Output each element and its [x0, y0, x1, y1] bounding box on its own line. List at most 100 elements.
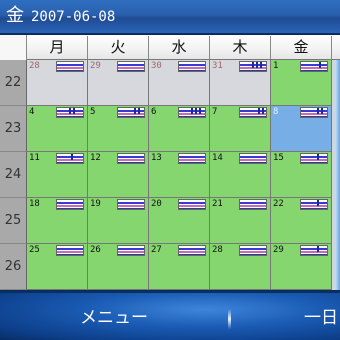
day-cell[interactable]: 29 [271, 244, 332, 290]
schedule-bar-icon [300, 61, 328, 72]
day-cell[interactable]: 29 [88, 60, 149, 106]
event-mark [317, 154, 319, 160]
day-cell[interactable]: 20 [149, 198, 210, 244]
event-mark [262, 108, 264, 114]
event-mark [71, 154, 73, 160]
day-number: 4 [29, 107, 35, 117]
day-cell[interactable]: 12 [88, 152, 149, 198]
event-mark [252, 62, 254, 68]
day-number: 8 [273, 107, 279, 117]
title-date: 2007-06-08 [31, 9, 116, 25]
day-number: 28 [29, 61, 40, 71]
schedule-bar-icon [178, 199, 206, 210]
day-cell[interactable]: 13 [149, 152, 210, 198]
weekday-header: 月 火 水 木 金 [0, 35, 340, 60]
event-mark [260, 62, 262, 68]
day-cell[interactable]: 19 [88, 198, 149, 244]
schedule-bar-icon [300, 199, 328, 210]
schedule-bar-icon [56, 245, 84, 256]
schedule-bar-icon [239, 107, 267, 118]
day-number: 22 [273, 199, 284, 209]
calendar-grid: 22 28 29 30 31 1 23 4 5 6 7 8 24 11 12 13 14 15 25 18 19 20 21… [0, 60, 340, 290]
schedule-bar-icon [239, 153, 267, 164]
schedule-bar-icon [178, 245, 206, 256]
event-mark [317, 200, 319, 206]
schedule-bar-icon [300, 107, 328, 118]
week-number: 23 [0, 106, 27, 152]
schedule-bar-icon [117, 245, 145, 256]
schedule-bar-icon [56, 199, 84, 210]
day-cell[interactable]: 5 [88, 106, 149, 152]
day-number: 27 [151, 245, 162, 255]
event-mark [321, 108, 323, 114]
day-view-softkey[interactable]: 一日 [304, 307, 338, 329]
center-divider [228, 309, 231, 329]
day-cell[interactable]: 4 [27, 106, 88, 152]
softkey-bar: メニュー 一日 [0, 291, 340, 340]
header-corner [0, 35, 27, 60]
day-cell[interactable]: 25 [27, 244, 88, 290]
day-number: 28 [212, 245, 223, 255]
menu-softkey[interactable]: メニュー [80, 307, 148, 329]
schedule-bar-icon [239, 245, 267, 256]
schedule-bar-icon [56, 153, 84, 164]
day-number: 11 [29, 153, 40, 163]
event-mark [256, 62, 258, 68]
week-number: 22 [0, 60, 27, 106]
day-number: 5 [90, 107, 96, 117]
day-cell[interactable]: 30 [149, 60, 210, 106]
day-cell[interactable]: 18 [27, 198, 88, 244]
day-cell[interactable]: 21 [210, 198, 271, 244]
schedule-bar-icon [117, 199, 145, 210]
week-number: 24 [0, 152, 27, 198]
day-number: 15 [273, 153, 284, 163]
day-number: 31 [212, 61, 223, 71]
day-cell[interactable]: 14 [210, 152, 271, 198]
weekday-fri: 金 [271, 36, 332, 59]
schedule-bar-icon [239, 199, 267, 210]
schedule-bar-icon [117, 61, 145, 72]
title-bar: 金 2007-06-08 [0, 0, 340, 34]
event-mark [199, 108, 201, 114]
day-cell[interactable]: 31 [210, 60, 271, 106]
day-number: 30 [151, 61, 162, 71]
day-number: 29 [273, 245, 284, 255]
day-number: 18 [29, 199, 40, 209]
day-cell[interactable]: 15 [271, 152, 332, 198]
day-cell[interactable]: 22 [271, 198, 332, 244]
weekday-wed: 水 [149, 36, 210, 59]
day-cell[interactable]: 26 [88, 244, 149, 290]
day-number: 29 [90, 61, 101, 71]
day-number: 14 [212, 153, 223, 163]
day-number: 12 [90, 153, 101, 163]
schedule-bar-icon [239, 61, 267, 72]
day-cell[interactable]: 28 [27, 60, 88, 106]
event-mark [69, 108, 71, 114]
weekday-thu: 木 [210, 36, 271, 59]
scrollbar-strip[interactable] [336, 60, 340, 290]
day-number: 19 [90, 199, 101, 209]
day-number: 13 [151, 153, 162, 163]
day-cell[interactable]: 27 [149, 244, 210, 290]
title-weekday: 金 [6, 5, 24, 26]
event-mark [191, 108, 193, 114]
schedule-bar-icon [56, 107, 84, 118]
day-cell[interactable]: 6 [149, 106, 210, 152]
day-number: 6 [151, 107, 157, 117]
schedule-bar-icon [300, 153, 328, 164]
day-cell[interactable]: 7 [210, 106, 271, 152]
schedule-bar-icon [300, 245, 328, 256]
day-cell[interactable]: 28 [210, 244, 271, 290]
day-cell[interactable]: 8 [271, 106, 332, 152]
event-mark [195, 108, 197, 114]
day-cell[interactable]: 1 [271, 60, 332, 106]
schedule-bar-icon [117, 107, 145, 118]
day-number: 25 [29, 245, 40, 255]
week-number: 26 [0, 244, 27, 290]
schedule-bar-icon [178, 153, 206, 164]
weekday-mon: 月 [27, 36, 88, 59]
week-number: 25 [0, 198, 27, 244]
event-mark [73, 108, 75, 114]
day-cell[interactable]: 11 [27, 152, 88, 198]
weekday-tue: 火 [88, 36, 149, 59]
